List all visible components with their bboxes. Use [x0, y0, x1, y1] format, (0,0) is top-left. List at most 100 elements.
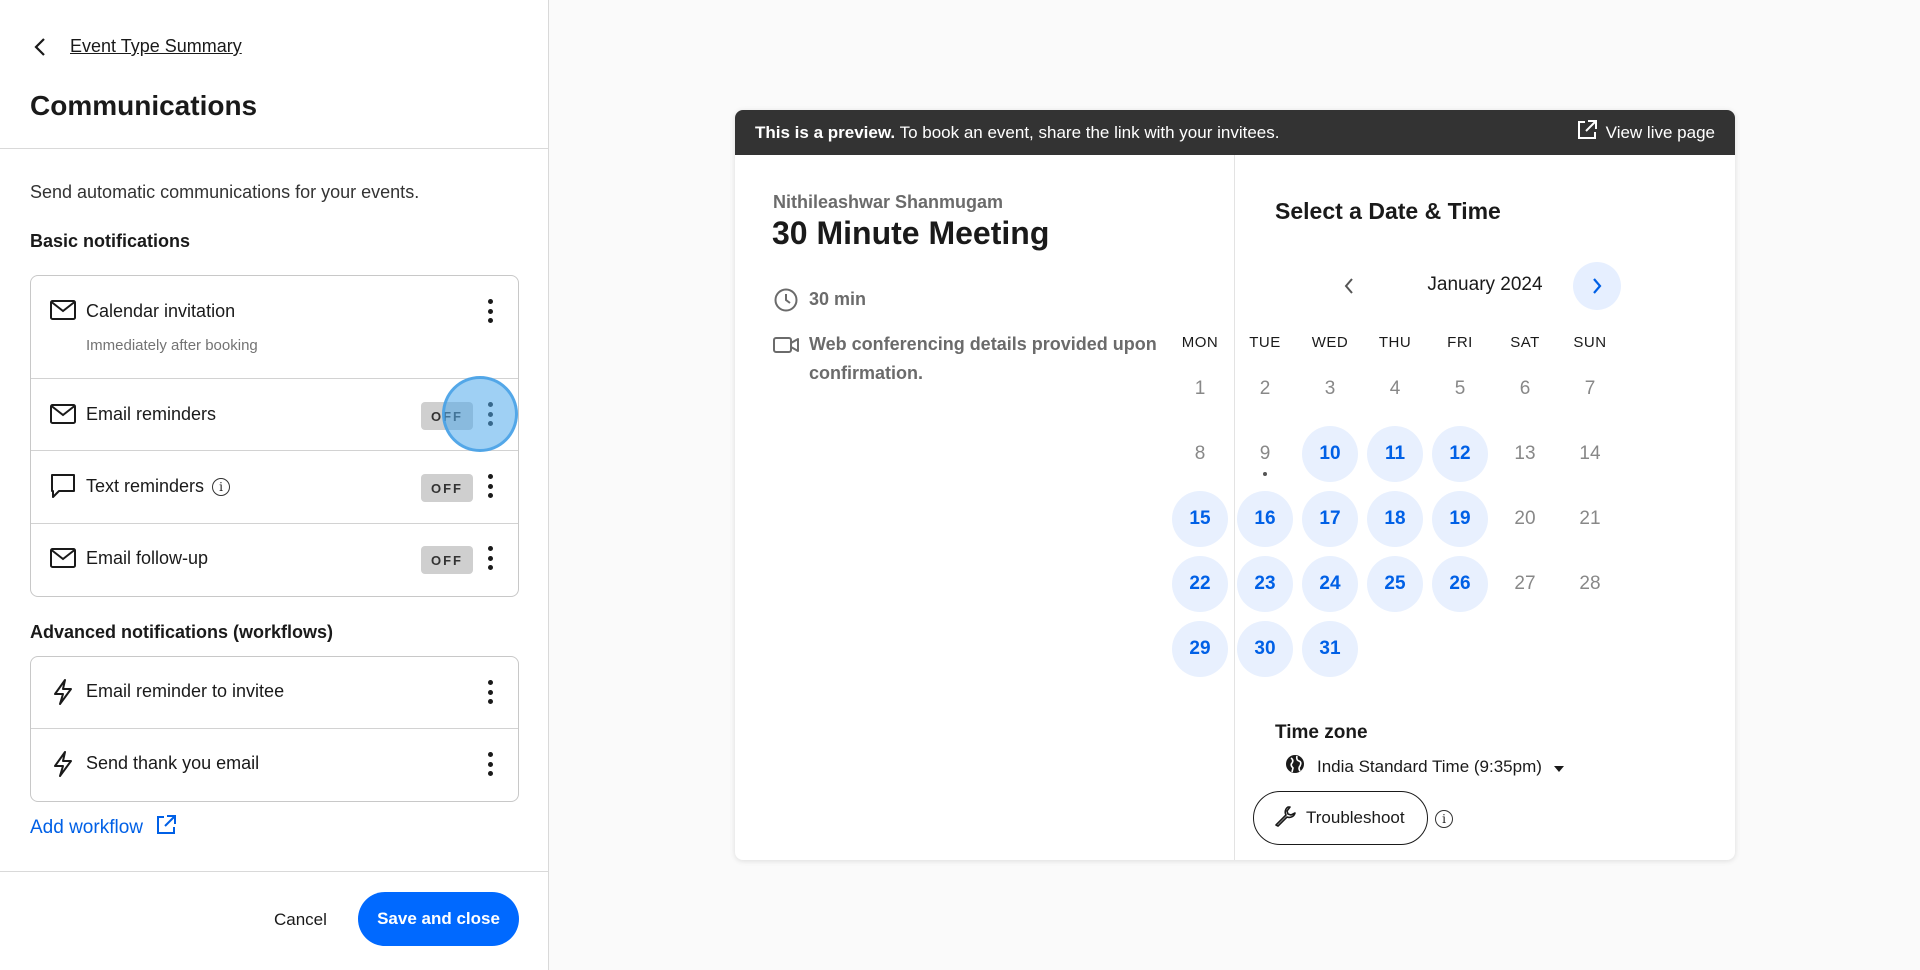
cancel-button[interactable]: Cancel — [274, 910, 327, 930]
calendar-day: 6 — [1519, 378, 1531, 399]
calendar-day[interactable]: 23 — [1237, 556, 1293, 612]
calendar-day: 3 — [1324, 378, 1336, 399]
calendar-day[interactable]: 17 — [1302, 491, 1358, 547]
preview-banner: This is a preview. To book an event, sha… — [735, 110, 1735, 155]
weekday-mon: MON — [1181, 334, 1219, 351]
info-icon[interactable]: i — [1435, 810, 1453, 828]
advanced-notifications-heading: Advanced notifications (workflows) — [30, 622, 334, 642]
timezone-select[interactable]: India Standard Time (9:35pm) — [1285, 754, 1564, 779]
list-item-calendar-invitation[interactable]: Calendar invitation Immediately after bo… — [31, 276, 518, 379]
troubleshoot-label[interactable]: Troubleshoot — [1306, 808, 1405, 828]
host-name: Nithileashwar Shanmugam — [773, 192, 1004, 212]
more-options-icon[interactable] — [480, 296, 500, 326]
caret-down-icon[interactable] — [1553, 757, 1564, 777]
list-item-workflow[interactable]: Email reminder to invitee — [31, 657, 518, 729]
calendar-day[interactable]: 18 — [1367, 491, 1423, 547]
chevron-left-icon[interactable] — [30, 37, 50, 57]
page-title: Communications — [30, 90, 258, 121]
footer-divider — [0, 871, 548, 872]
text-reminders-toggle[interactable]: OFF — [421, 474, 473, 502]
calendar-day: 1 — [1194, 378, 1206, 399]
month-navigation: January 2024 — [1335, 260, 1635, 310]
calendar-day[interactable]: 31 — [1302, 621, 1358, 677]
more-options-icon[interactable] — [480, 749, 500, 779]
calendar-day: 14 — [1579, 443, 1601, 464]
mail-icon — [49, 400, 77, 428]
calendar-day[interactable]: 11 — [1367, 426, 1423, 482]
calendar-day: 5 — [1454, 378, 1466, 399]
calendar-day[interactable]: 22 — [1172, 556, 1228, 612]
list-item-email-follow-up[interactable]: Email follow-up OFF — [31, 524, 518, 596]
weekday-tue: TUE — [1249, 334, 1281, 351]
list-item-workflow[interactable]: Send thank you email — [31, 729, 518, 801]
list-item-email-reminders[interactable]: Email reminders OFF — [31, 379, 518, 451]
calendar-day: 8 — [1194, 443, 1206, 464]
calendar-day: 20 — [1514, 508, 1536, 529]
view-live-page-link[interactable]: View live page — [1576, 119, 1715, 146]
globe-icon — [1285, 754, 1305, 779]
email-reminders-toggle[interactable]: OFF — [421, 402, 473, 430]
event-type-summary-link[interactable]: Event Type Summary — [70, 36, 242, 57]
calendar-day[interactable]: 29 — [1172, 621, 1228, 677]
bolt-icon — [49, 750, 77, 778]
weekday-sat: SAT — [1510, 334, 1540, 351]
calendar-invitation-label: Calendar invitation — [86, 301, 236, 321]
clock-icon — [773, 285, 799, 314]
weekday-thu: THU — [1378, 334, 1412, 351]
timezone-heading: Time zone — [1275, 722, 1368, 743]
weekday-sun: SUN — [1573, 334, 1607, 351]
calendar-day: 27 — [1514, 573, 1536, 594]
email-follow-up-toggle[interactable]: OFF — [421, 546, 473, 574]
duration-row: 30 min — [773, 285, 866, 314]
back-nav[interactable]: Event Type Summary — [30, 36, 242, 57]
more-options-icon[interactable] — [480, 399, 500, 429]
next-month-button[interactable] — [1573, 262, 1621, 310]
timezone-value[interactable]: India Standard Time (9:35pm) — [1317, 757, 1542, 777]
booking-preview: This is a preview. To book an event, sha… — [735, 110, 1735, 860]
workflow-label: Send thank you email — [86, 753, 260, 773]
add-workflow-label[interactable]: Add workflow — [30, 817, 143, 839]
text-reminders-label: Text reminders — [86, 476, 205, 496]
calendar-day[interactable]: 10 — [1302, 426, 1358, 482]
more-options-icon[interactable] — [480, 471, 500, 501]
communications-sidebar: Event Type Summary Communications Send a… — [0, 0, 549, 970]
calendar-day[interactable]: 19 — [1432, 491, 1488, 547]
calendar-day[interactable]: 12 — [1432, 426, 1488, 482]
conferencing-label: Web conferencing details provided upon c… — [809, 334, 1157, 383]
calendar-day[interactable]: 26 — [1432, 556, 1488, 612]
header-divider — [0, 148, 548, 149]
mail-icon — [49, 544, 77, 572]
add-workflow-link[interactable]: Add workflow — [30, 814, 177, 842]
calendar-day[interactable]: 16 — [1237, 491, 1293, 547]
calendar-day[interactable]: 30 — [1237, 621, 1293, 677]
external-link-icon[interactable] — [1576, 119, 1598, 146]
calendar-day[interactable]: 24 — [1302, 556, 1358, 612]
email-follow-up-label: Email follow-up — [86, 548, 209, 568]
chevron-right-icon — [1593, 278, 1602, 294]
workflow-label: Email reminder to invitee — [86, 681, 285, 701]
calendar-day[interactable]: 25 — [1367, 556, 1423, 612]
external-link-icon[interactable] — [155, 814, 177, 842]
info-icon[interactable]: i — [212, 478, 231, 497]
more-options-icon[interactable] — [480, 543, 500, 573]
chat-bubble-icon — [49, 472, 77, 500]
video-camera-icon — [773, 330, 799, 359]
view-live-page-label[interactable]: View live page — [1606, 123, 1715, 143]
mail-icon — [49, 296, 77, 324]
basic-notifications-card: Calendar invitation Immediately after bo… — [30, 275, 519, 597]
description: Send automatic communications for your e… — [30, 182, 420, 202]
calendar-day[interactable]: 15 — [1172, 491, 1228, 547]
save-and-close-button[interactable]: Save and close — [358, 892, 519, 946]
preview-banner-bold: This is a preview. — [755, 122, 896, 142]
calendar-day: 21 — [1579, 508, 1601, 529]
bolt-icon — [49, 678, 77, 706]
preview-banner-text: To book an event, share the link with yo… — [899, 122, 1280, 142]
troubleshoot-button[interactable]: Troubleshoot — [1253, 791, 1428, 845]
calendar-day: 13 — [1514, 443, 1536, 464]
event-title: 30 Minute Meeting — [772, 215, 1050, 251]
list-item-text-reminders[interactable]: Text reminders i OFF — [31, 451, 518, 524]
calendar-day: 2 — [1259, 378, 1271, 399]
more-options-icon[interactable] — [480, 677, 500, 707]
weekday-fri: FRI — [1447, 334, 1473, 351]
select-date-time-title: Select a Date & Time — [1275, 198, 1501, 224]
